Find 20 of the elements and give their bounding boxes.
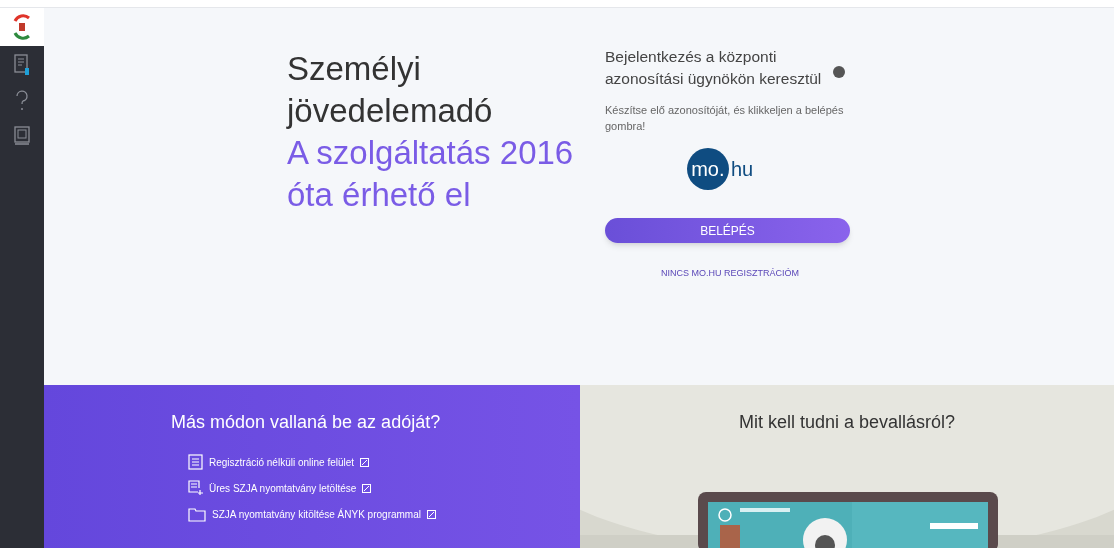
- filing-option-link[interactable]: Regisztráció nélküli online felület: [188, 454, 580, 470]
- login-hint: Készítse elő azonosítóját, és klikkeljen a belépés gombra!: [605, 103, 845, 134]
- login-title: Bejelentkezés a központi azonosítási ügynökön keresztül: [605, 47, 823, 89]
- panel-title: Más módon vallaná be az adóját?: [171, 411, 442, 434]
- registration-link[interactable]: NINCS MO.HU REGISZTRÁCIÓM: [661, 267, 799, 281]
- document-icon[interactable]: [14, 54, 30, 76]
- book-icon[interactable]: [14, 126, 30, 146]
- external-link-icon: [427, 509, 436, 519]
- filing-option-link[interactable]: SZJA nyomtatvány kitöltése ÁNYK programmal: [188, 506, 580, 522]
- login-button[interactable]: BELÉPÉS: [605, 218, 850, 243]
- page-title: Személyi jövedelemadó: [287, 49, 494, 131]
- list-icon: [188, 454, 203, 470]
- external-link-icon: [362, 483, 372, 493]
- service-note: A szolgáltatás 2016 óta érhető el: [287, 133, 575, 215]
- filing-option-link[interactable]: Üres SZJA nyomtatvány letöltése: [188, 480, 580, 496]
- folder-icon: [188, 506, 206, 522]
- info-title: Mit kell tudni a bevallásról?: [737, 411, 957, 434]
- mohu-logo: mo. hu: [686, 148, 754, 190]
- document-plus-icon: [188, 480, 203, 496]
- external-link-icon: [360, 457, 370, 467]
